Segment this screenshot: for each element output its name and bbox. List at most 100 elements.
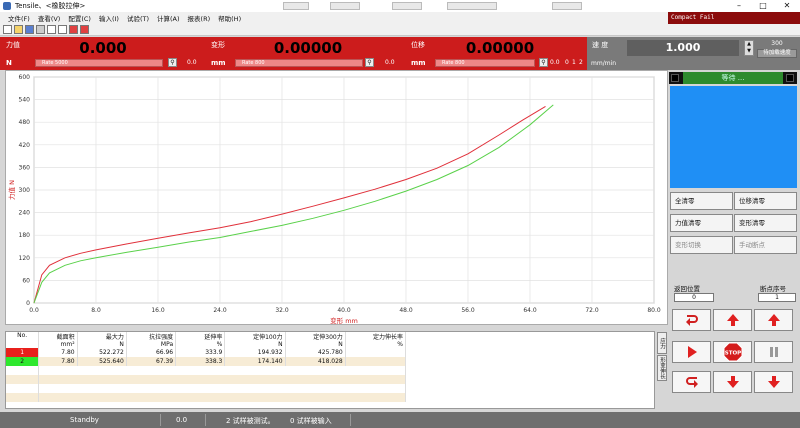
deform-label: 变形 xyxy=(211,41,225,49)
save-icon[interactable] xyxy=(25,25,34,34)
down-slow-icon[interactable] xyxy=(713,371,752,393)
status-text: 等待 ... xyxy=(683,72,783,84)
start-glyph xyxy=(687,346,697,358)
start-icon[interactable] xyxy=(672,341,711,363)
tab-stress[interactable]: 应力 xyxy=(657,332,667,354)
x-tick-label: 72.0 xyxy=(585,307,599,314)
table-row[interactable] xyxy=(6,375,406,384)
export-icon[interactable] xyxy=(69,25,78,34)
force-value: 0.000 xyxy=(79,39,127,57)
deform-pc-icon[interactable]: ⚲ xyxy=(365,58,374,67)
exit-icon[interactable] xyxy=(80,25,89,34)
y-axis-label: 力值 N xyxy=(7,180,16,200)
status-separator xyxy=(350,414,351,426)
down-slow-glyph xyxy=(726,376,739,388)
set-speed-value: 300 xyxy=(771,40,783,47)
menu-help[interactable]: 帮助(H) xyxy=(218,13,241,23)
table-row[interactable] xyxy=(6,366,406,375)
cell-elongation: 333.9 xyxy=(175,348,226,357)
window-title: Tensile、<橡胶拉伸> xyxy=(15,2,86,10)
break-index-label: 断点序号 xyxy=(760,285,786,293)
force-zero-button[interactable]: 力值清零 xyxy=(670,214,733,232)
deform-value: 0.00000 xyxy=(273,39,343,57)
menu-input[interactable]: 输入(I) xyxy=(99,13,119,23)
menu-config[interactable]: 配置(C) xyxy=(68,13,91,23)
tab-deform-elong[interactable]: 形变伸长 xyxy=(657,355,667,381)
pause-icon[interactable] xyxy=(754,341,793,363)
x-axis-label: 变形 mm xyxy=(330,316,358,324)
table-side-tabs: 应力 形变伸长 xyxy=(656,331,668,409)
return-icon[interactable] xyxy=(672,309,711,331)
chart-area: 0.0 8.0 16.0 24.0 32.0 40.0 48.0 56.0 64.0 72.0 80… xyxy=(5,70,668,325)
speed-value: 1.000 xyxy=(627,40,739,56)
y-tick-label: 120 xyxy=(19,255,31,262)
down-fast-icon[interactable] xyxy=(754,371,793,393)
force-unit: N xyxy=(6,59,12,67)
manual-break-button[interactable]: 手动断点 xyxy=(734,236,797,254)
print-icon[interactable] xyxy=(36,25,45,34)
close-button[interactable]: ✕ xyxy=(776,0,798,12)
disp-range-bar: Rate 800 xyxy=(435,59,535,67)
y-tick-label: 420 xyxy=(19,142,31,149)
x-tick-label: 24.0 xyxy=(213,307,227,314)
menu-calc[interactable]: 计算(A) xyxy=(157,13,180,23)
up-slow-icon[interactable] xyxy=(713,309,752,331)
force-pc-icon[interactable]: ⚲ xyxy=(168,58,177,67)
set-speed-button[interactable]: 待加载速度 xyxy=(757,49,797,58)
col-tensile-strength: 抗拉强度 MPa xyxy=(126,332,177,348)
brand-label: Compact Fail xyxy=(668,12,800,24)
stop-button[interactable]: STOP xyxy=(713,341,752,363)
empty-row-cell xyxy=(6,366,40,375)
status-separator xyxy=(205,414,206,426)
status-separator xyxy=(160,414,161,426)
y-tick-label: 0 xyxy=(26,300,30,307)
return-down-icon[interactable] xyxy=(672,371,711,393)
table-row[interactable]: 1 7.80 522.272 66.96 333.9 194.932 425.7… xyxy=(6,348,407,357)
cell-force-100: 174.140 xyxy=(224,357,286,366)
disp-zero-button[interactable]: 位移清零 xyxy=(734,192,797,210)
deform-zero-button[interactable]: 变形清零 xyxy=(734,214,797,232)
break-index-select[interactable]: 1 xyxy=(758,293,796,302)
maximize-button[interactable]: □ xyxy=(752,0,774,12)
cell-max-force: 522.272 xyxy=(77,348,127,357)
x-tick-label: 40.0 xyxy=(337,307,351,314)
rect-icon[interactable] xyxy=(47,25,56,34)
menu-view[interactable]: 查看(V) xyxy=(38,13,61,23)
menu-test[interactable]: 试验(T) xyxy=(127,13,149,23)
return-position-input[interactable]: 0 xyxy=(674,293,714,302)
deform-switch-button[interactable]: 变形切换 xyxy=(670,236,733,254)
minimize-button[interactable]: – xyxy=(728,0,750,12)
return-position-label: 返回位置 xyxy=(674,285,700,293)
speed-stepper[interactable]: ▲ ▼ xyxy=(744,40,754,56)
new-icon[interactable] xyxy=(3,25,12,34)
cell-area: 7.80 xyxy=(38,357,78,366)
table-row[interactable] xyxy=(6,393,406,402)
speed-panel: 速 度 1.000 mm/min ▲ ▼ 300 待加载速度 xyxy=(587,37,800,70)
col-area: 截面积 mm² xyxy=(38,332,78,348)
menu-report[interactable]: 报表(R) xyxy=(188,13,211,23)
force-deformation-chart: 0.0 8.0 16.0 24.0 32.0 40.0 48.0 56.0 64.0 72.0 80… xyxy=(7,74,661,325)
col-no: No. xyxy=(6,332,40,348)
force-panel: 力值 0.000 N Rate 5000 ⚲ 0.0 xyxy=(0,37,205,70)
table-row[interactable] xyxy=(6,384,406,393)
menu-file[interactable]: 文件(F) xyxy=(8,13,30,23)
return-down-glyph xyxy=(685,377,698,388)
speed-label: 速 度 xyxy=(592,41,609,49)
x-tick-label: 16.0 xyxy=(151,307,165,314)
force-range-bar: Rate 5000 xyxy=(35,59,163,67)
indicator-box-1 xyxy=(283,2,309,10)
col-force-300: 定伸300力 N xyxy=(285,332,346,348)
disp-pc-icon[interactable]: ⚲ xyxy=(539,58,548,67)
x-tick-label: 32.0 xyxy=(275,307,289,314)
pause-glyph xyxy=(769,347,778,357)
all-zero-button[interactable]: 全清零 xyxy=(670,192,733,210)
row-number: 2 xyxy=(6,357,40,366)
table-row[interactable]: 2 7.80 525.640 67.39 338.3 174.140 418.0… xyxy=(6,357,407,366)
deform-small-value: 0.0 xyxy=(385,59,395,66)
up-fast-glyph xyxy=(767,314,780,326)
info-display xyxy=(670,86,797,188)
up-fast-icon[interactable] xyxy=(754,309,793,331)
stop-sign-icon: STOP xyxy=(723,342,742,362)
chart-icon[interactable] xyxy=(58,25,67,34)
open-icon[interactable] xyxy=(14,25,23,34)
